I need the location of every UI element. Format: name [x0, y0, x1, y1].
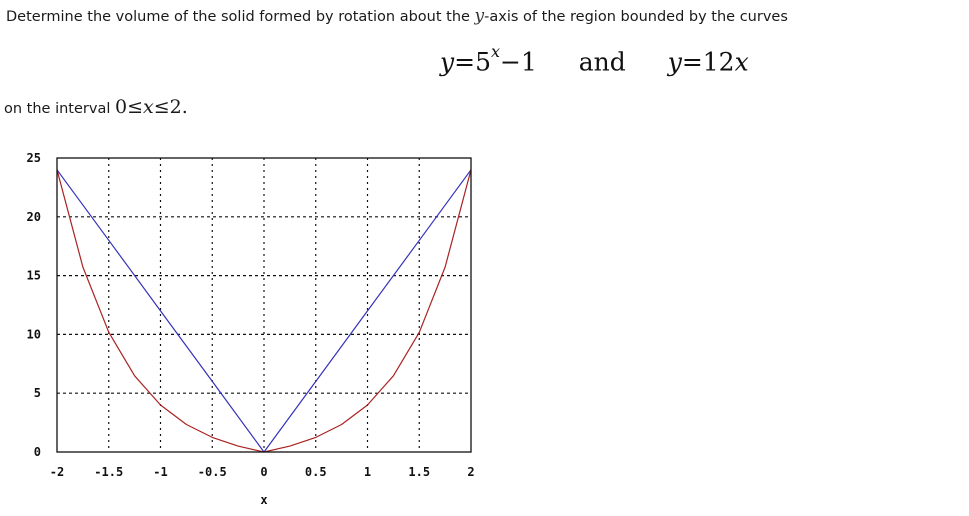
interval-le-1: ≤: [127, 96, 143, 118]
interval-prefix: on the interval: [4, 101, 111, 117]
x-tick-label: 1: [364, 465, 371, 479]
x-tick-label: 2: [467, 465, 474, 479]
volume-chart: -2 -1.5 -1 -0.5 0 0.5 1 1.5 2 0 5 10 15 20 25 x: [27, 151, 475, 507]
x-axis-label: x: [260, 493, 267, 507]
x-tick-label: -0.5: [198, 465, 227, 479]
x-axis-ticks: -2 -1.5 -1 -0.5 0 0.5 1 1.5 2: [50, 465, 475, 479]
curve1-lhs: y: [440, 47, 455, 77]
curve1-tail: −1: [500, 47, 537, 77]
plot-frame: [56, 157, 472, 453]
interval-var: x: [142, 96, 154, 118]
interval-high: 2.: [169, 96, 188, 118]
y-axis-ticks: 0 5 10 15 20 25: [27, 151, 41, 459]
x-tick-label: -1: [153, 465, 167, 479]
interval-low: 0: [114, 96, 128, 118]
curve1-eq: =5: [454, 47, 491, 77]
intro-text: Determine the volume of the solid formed…: [6, 9, 470, 25]
y-tick-label: 25: [27, 151, 41, 165]
curve2-lhs: y: [667, 47, 682, 77]
y-tick-label: 10: [27, 327, 41, 341]
x-tick-label: 0.5: [305, 465, 327, 479]
x-tick-label: -1.5: [94, 465, 123, 479]
grid-lines: [57, 158, 471, 452]
problem-statement: Determine the volume of the solid formed…: [6, 6, 788, 26]
curve1-exponent: x: [490, 42, 501, 61]
y-tick-label: 15: [27, 269, 41, 283]
curve2-var: x: [734, 47, 749, 77]
axis-variable: y: [474, 6, 485, 26]
x-tick-label: -2: [50, 465, 64, 479]
y-tick-label: 0: [34, 445, 41, 459]
x-tick-label: 1.5: [408, 465, 430, 479]
interval-math: 0≤x≤2.: [115, 96, 188, 118]
curves-equation: y=5x−1 and y=12x: [440, 42, 749, 77]
curve2-eq: =12: [681, 47, 735, 77]
y-tick-label: 5: [34, 386, 41, 400]
intro-text-after: -axis of the region bounded by the curve…: [484, 9, 788, 25]
x-tick-label: 0: [260, 465, 267, 479]
y-tick-label: 20: [27, 210, 41, 224]
equation-connector: and: [578, 47, 626, 77]
interval-statement: on the interval 0≤x≤2.: [4, 96, 188, 118]
interval-le-2: ≤: [153, 96, 170, 118]
